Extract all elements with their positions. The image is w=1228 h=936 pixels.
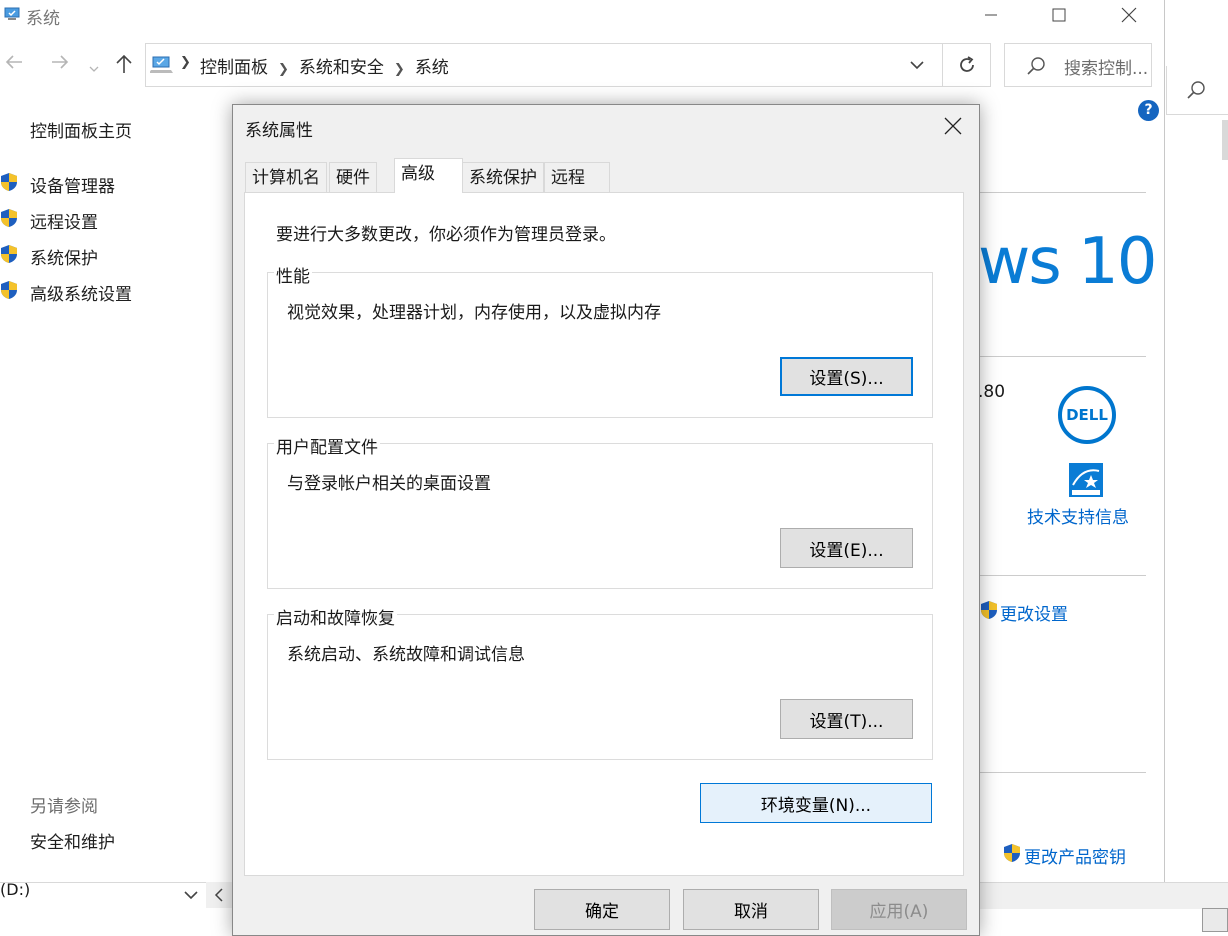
arrow-left-icon bbox=[5, 55, 22, 69]
chevron-down-icon bbox=[910, 61, 924, 70]
chevron-down-icon bbox=[184, 891, 198, 900]
shield-icon bbox=[1003, 843, 1021, 868]
scrollbar-thumb[interactable] bbox=[1222, 120, 1228, 160]
chevron-down-icon bbox=[89, 66, 99, 72]
refresh-button[interactable] bbox=[956, 54, 978, 81]
user-profiles-settings-button[interactable]: 设置(E)... bbox=[780, 528, 913, 568]
performance-description: 视觉效果，处理器计划，内存使用，以及虚拟内存 bbox=[287, 303, 661, 323]
minimize-icon bbox=[985, 14, 997, 16]
section-divider bbox=[978, 575, 1146, 576]
dropdown-button[interactable] bbox=[182, 886, 200, 909]
startup-recovery-description: 系统启动、系统故障和调试信息 bbox=[287, 645, 525, 665]
advanced-system-settings-link[interactable]: 高级系统设置 bbox=[30, 280, 132, 305]
shield-icon bbox=[0, 208, 18, 228]
help-icon[interactable]: ? bbox=[1138, 100, 1159, 121]
breadcrumb-item[interactable]: 控制面板 bbox=[200, 58, 268, 78]
search-icon bbox=[1026, 56, 1046, 81]
shield-icon bbox=[0, 244, 18, 264]
dialog-title: 系统属性 bbox=[245, 121, 313, 141]
breadcrumb-separator-icon: ❯ bbox=[278, 62, 289, 77]
performance-settings-button[interactable]: 设置(S)... bbox=[780, 357, 913, 396]
support-info-link[interactable]: 技术支持信息 bbox=[1027, 503, 1129, 528]
tab-hardware[interactable]: 硬件 bbox=[329, 162, 377, 192]
tab-computer-name[interactable]: 计算机名 bbox=[245, 162, 327, 192]
scroll-left-button[interactable] bbox=[206, 882, 232, 908]
breadcrumb: 控制面板 ❯ 系统和安全 ❯ 系统 bbox=[200, 53, 449, 78]
breadcrumb-item[interactable]: 系统 bbox=[415, 58, 449, 78]
performance-legend: 性能 bbox=[274, 262, 312, 287]
change-product-key-link[interactable]: 更改产品密钥 bbox=[1024, 843, 1126, 868]
section-divider bbox=[978, 192, 1146, 193]
arrow-up-icon bbox=[116, 54, 132, 73]
startup-recovery-settings-button[interactable]: 设置(T)... bbox=[780, 699, 913, 739]
shield-icon bbox=[980, 600, 998, 625]
tab-remote[interactable]: 远程 bbox=[544, 162, 610, 192]
view-details-icon[interactable] bbox=[1202, 908, 1228, 932]
address-dropdown-button[interactable] bbox=[908, 56, 926, 79]
background-window-strip bbox=[978, 882, 1228, 909]
environment-variables-button[interactable]: 环境变量(N)... bbox=[700, 783, 932, 823]
chevron-left-icon bbox=[214, 888, 223, 902]
close-icon bbox=[1121, 7, 1137, 23]
forward-button[interactable] bbox=[50, 52, 70, 78]
refresh-icon bbox=[960, 56, 974, 72]
maximize-button[interactable] bbox=[1036, 0, 1082, 30]
drive-label: (D:) bbox=[0, 880, 31, 899]
ok-button[interactable]: 确定 bbox=[534, 889, 670, 930]
see-also-heading: 另请参阅 bbox=[30, 797, 98, 817]
performance-group bbox=[267, 272, 933, 418]
close-icon bbox=[944, 117, 962, 135]
change-settings-link[interactable]: 更改设置 bbox=[1000, 600, 1068, 625]
system-window-icon bbox=[4, 6, 22, 22]
recent-locations-button[interactable] bbox=[88, 56, 100, 81]
cancel-button[interactable]: 取消 bbox=[683, 889, 819, 930]
search-icon bbox=[1186, 80, 1206, 105]
user-profiles-description: 与登录帐户相关的桌面设置 bbox=[287, 474, 491, 494]
computer-icon bbox=[149, 55, 174, 80]
breadcrumb-separator-icon: ❯ bbox=[180, 55, 191, 70]
breadcrumb-item[interactable]: 系统和安全 bbox=[299, 58, 384, 78]
dell-logo-text: DELL bbox=[1066, 406, 1108, 424]
section-divider bbox=[978, 772, 1146, 773]
partial-value-text: .80 bbox=[978, 382, 1006, 402]
device-manager-link[interactable]: 设备管理器 bbox=[30, 172, 115, 197]
dialog-close-button[interactable] bbox=[932, 108, 974, 144]
dell-logo: DELL bbox=[1058, 386, 1116, 444]
admin-note: 要进行大多数更改，你必须作为管理员登录。 bbox=[276, 225, 616, 245]
user-profiles-legend: 用户配置文件 bbox=[274, 433, 380, 458]
remote-settings-link[interactable]: 远程设置 bbox=[30, 208, 98, 233]
apply-button[interactable]: 应用(A) bbox=[831, 889, 967, 930]
search-input[interactable]: 搜索控制... bbox=[1064, 54, 1148, 79]
up-button[interactable] bbox=[114, 52, 134, 80]
back-button[interactable] bbox=[4, 52, 24, 78]
maximize-icon bbox=[1052, 8, 1066, 22]
windows-10-logo: ws 10 bbox=[978, 225, 1157, 299]
system-protection-link[interactable]: 系统保护 bbox=[30, 244, 98, 269]
tab-advanced[interactable]: 高级 bbox=[394, 158, 463, 193]
minimize-button[interactable] bbox=[968, 0, 1014, 30]
startup-recovery-legend: 启动和故障恢复 bbox=[274, 604, 397, 629]
shield-icon bbox=[0, 280, 18, 300]
control-panel-home-link[interactable]: 控制面板主页 bbox=[30, 117, 132, 142]
close-button[interactable] bbox=[1106, 0, 1152, 30]
breadcrumb-separator-icon: ❯ bbox=[393, 62, 405, 77]
shield-icon bbox=[0, 172, 18, 192]
section-divider bbox=[978, 356, 1146, 357]
arrow-right-icon bbox=[52, 55, 69, 69]
window-title: 系统 bbox=[26, 9, 60, 29]
energy-star-icon bbox=[1069, 463, 1103, 497]
tab-system-protection[interactable]: 系统保护 bbox=[462, 162, 544, 192]
address-divider bbox=[942, 43, 943, 87]
security-maintenance-link[interactable]: 安全和维护 bbox=[30, 828, 115, 853]
